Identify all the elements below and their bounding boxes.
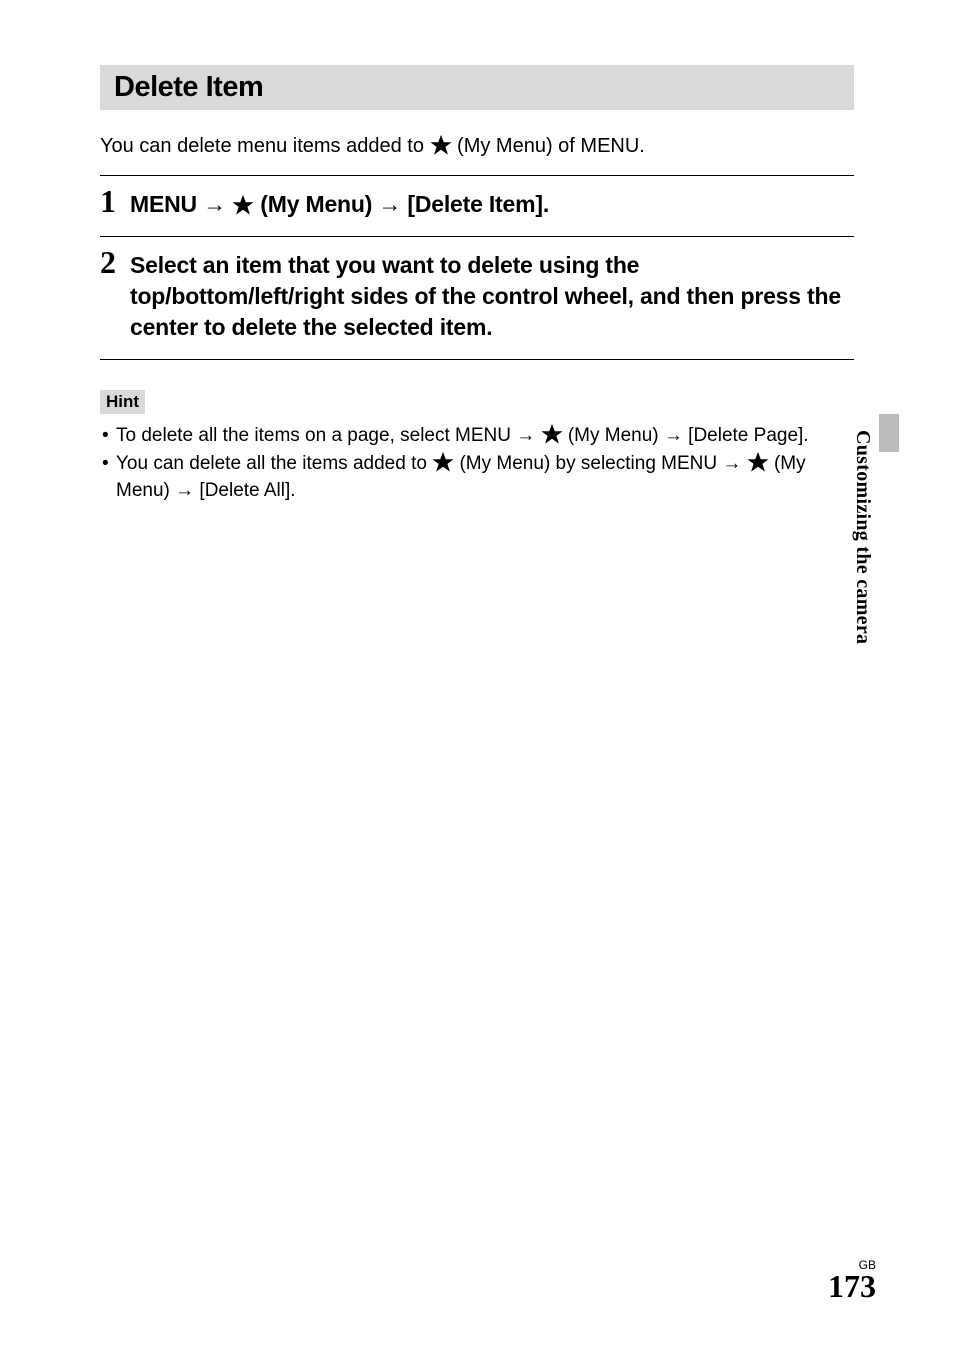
- hint-label: Hint: [100, 390, 145, 414]
- step1-before: MENU →: [130, 191, 232, 217]
- star-icon: [432, 451, 454, 473]
- step-text: Select an item that you want to delete u…: [130, 245, 854, 343]
- side-section-label: Customizing the camera: [851, 430, 874, 644]
- hint2-part2: (My Menu) by selecting MENU →: [454, 453, 746, 474]
- hint1-part2: (My Menu) → [Delete Page].: [563, 425, 809, 446]
- divider: [100, 175, 854, 176]
- side-tab: Customizing the camera: [851, 430, 879, 750]
- star-icon: [541, 423, 563, 445]
- step-1: 1 MENU → (My Menu) → [Delete Item].: [100, 182, 854, 230]
- hint-item: You can delete all the items added to (M…: [102, 450, 854, 505]
- intro-text-before: You can delete menu items added to: [100, 135, 430, 157]
- step1-after: (My Menu) → [Delete Item].: [254, 191, 549, 217]
- step-number: 1: [100, 184, 120, 219]
- step-2: 2 Select an item that you want to delete…: [100, 243, 854, 353]
- intro-paragraph: You can delete menu items added to (My M…: [100, 132, 854, 161]
- divider: [100, 359, 854, 360]
- divider: [100, 236, 854, 237]
- section-title-bar: Delete Item: [100, 65, 854, 110]
- side-tab-marker: [879, 414, 899, 452]
- star-icon: [232, 194, 254, 216]
- hint-item: To delete all the items on a page, selec…: [102, 422, 854, 450]
- star-icon: [747, 451, 769, 473]
- hint2-part1: You can delete all the items added to: [116, 453, 432, 474]
- step-number: 2: [100, 245, 120, 280]
- footer-page-number: 173: [828, 1268, 876, 1304]
- star-icon: [430, 134, 452, 156]
- hint-list: To delete all the items on a page, selec…: [100, 422, 854, 505]
- hint1-part1: To delete all the items on a page, selec…: [116, 425, 541, 446]
- page-footer: GB 173: [828, 1258, 876, 1305]
- intro-text-after: (My Menu) of MENU.: [452, 135, 645, 157]
- section-title: Delete Item: [114, 71, 840, 104]
- step-text: MENU → (My Menu) → [Delete Item].: [130, 184, 549, 220]
